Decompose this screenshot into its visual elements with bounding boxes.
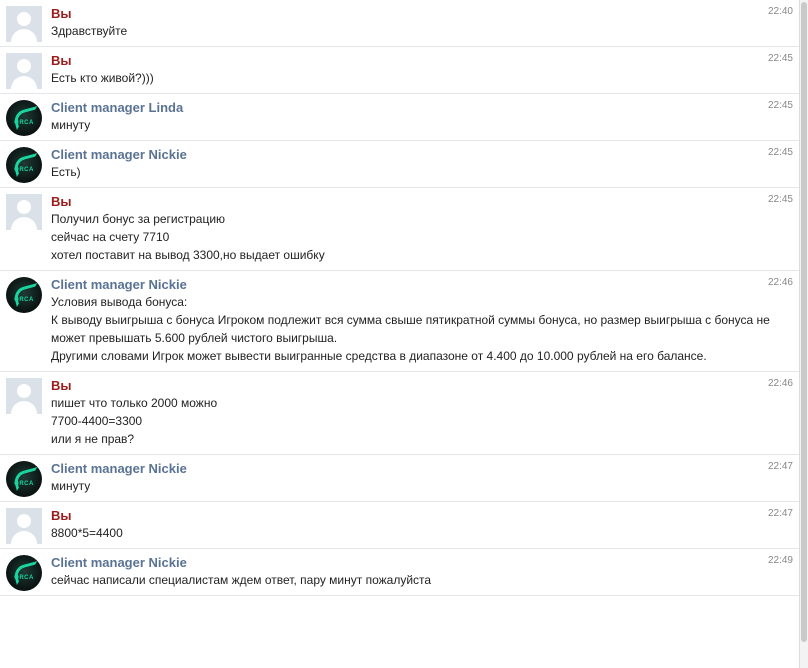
message-time: 22:47 (767, 508, 793, 519)
sender-name: Client manager Nickie (51, 147, 187, 162)
message-item: Вы 22:47 8800*5=4400 (0, 502, 799, 549)
user-avatar-icon (6, 194, 42, 230)
message-text: минуту (51, 118, 91, 132)
message-item: Вы 22:45 Получил бонус за регистрацию сейча… (0, 188, 799, 271)
chat-history: Вы 22:40 Здравствуйте Вы 22:45 Есть кто живой… (0, 0, 800, 668)
message-time: 22:46 (767, 277, 793, 288)
message-text: Условия вывода бонуса: (51, 295, 188, 309)
sender-name: Client manager Nickie (51, 555, 187, 570)
manager-logo-text: ORCA (14, 297, 34, 303)
message-text: Есть) (51, 165, 81, 179)
sender-name: Client manager Nickie (51, 461, 187, 476)
message-text: Есть кто живой?))) (51, 71, 154, 85)
message-time: 22:49 (767, 555, 793, 566)
user-avatar-icon (6, 378, 42, 414)
user-avatar-icon (6, 6, 42, 42)
scrollbar-thumb[interactable] (801, 2, 807, 642)
message-time: 22:45 (767, 147, 793, 158)
message-text: Здравствуйте (51, 24, 128, 38)
message-text: минуту (51, 479, 91, 493)
message-time: 22:45 (767, 194, 793, 205)
message-list: Вы 22:40 Здравствуйте Вы 22:45 Есть кто живой… (0, 0, 799, 596)
message-text: пишет что только 2000 можно (51, 396, 218, 410)
message-item: Вы 22:45 Есть кто живой?))) (0, 47, 799, 94)
sender-name: Client manager Linda (51, 100, 184, 115)
message-item: Вы 22:46 пишет что только 2000 можно 7700-4… (0, 372, 799, 455)
message-text: 7700-4400=3300 (51, 414, 143, 428)
message-text: или я не прав? (51, 432, 135, 446)
manager-avatar-icon: ORCA (6, 277, 42, 313)
manager-logo-text: ORCA (14, 120, 34, 126)
message-time: 22:47 (767, 461, 793, 472)
message-time: 22:40 (767, 6, 793, 17)
message-text: Другими словами Игрок может вывести выиг… (51, 349, 707, 363)
message-item: ORCA Client manager Nickie 22:45 Есть) (0, 141, 799, 188)
message-item: ORCA Client manager Nickie 22:46 Условия вы… (0, 271, 799, 372)
manager-avatar-icon: ORCA (6, 147, 42, 183)
message-text: 8800*5=4400 (51, 526, 123, 540)
message-time: 22:46 (767, 378, 793, 389)
manager-logo-text: ORCA (14, 481, 34, 487)
message-time: 22:45 (767, 53, 793, 64)
message-time: 22:45 (767, 100, 793, 111)
message-text: сейчас написали специалистам ждем ответ,… (51, 573, 432, 587)
message-text: К выводу выигрыша с бонуса Игроком подле… (51, 313, 770, 345)
manager-avatar-icon: ORCA (6, 555, 42, 591)
message-item: ORCA Client manager Nickie 22:49 сейчас нап… (0, 549, 799, 596)
message-item: ORCA Client manager Nickie 22:47 минуту (0, 455, 799, 502)
sender-name: Вы (51, 6, 72, 21)
user-avatar-icon (6, 53, 42, 89)
message-text: хотел поставит на вывод 3300,но выдает о… (51, 248, 325, 262)
sender-name: Вы (51, 194, 72, 209)
manager-avatar-icon: ORCA (6, 461, 42, 497)
message-item: Вы 22:40 Здравствуйте (0, 0, 799, 47)
manager-avatar-icon: ORCA (6, 100, 42, 136)
sender-name: Вы (51, 378, 72, 393)
manager-logo-text: ORCA (14, 575, 34, 581)
manager-logo-text: ORCA (14, 167, 34, 173)
sender-name: Client manager Nickie (51, 277, 187, 292)
sender-name: Вы (51, 53, 72, 68)
message-item: ORCA Client manager Linda 22:45 минуту (0, 94, 799, 141)
message-text: Получил бонус за регистрацию (51, 212, 226, 226)
message-text: сейчас на счету 7710 (51, 230, 170, 244)
sender-name: Вы (51, 508, 72, 523)
user-avatar-icon (6, 508, 42, 544)
